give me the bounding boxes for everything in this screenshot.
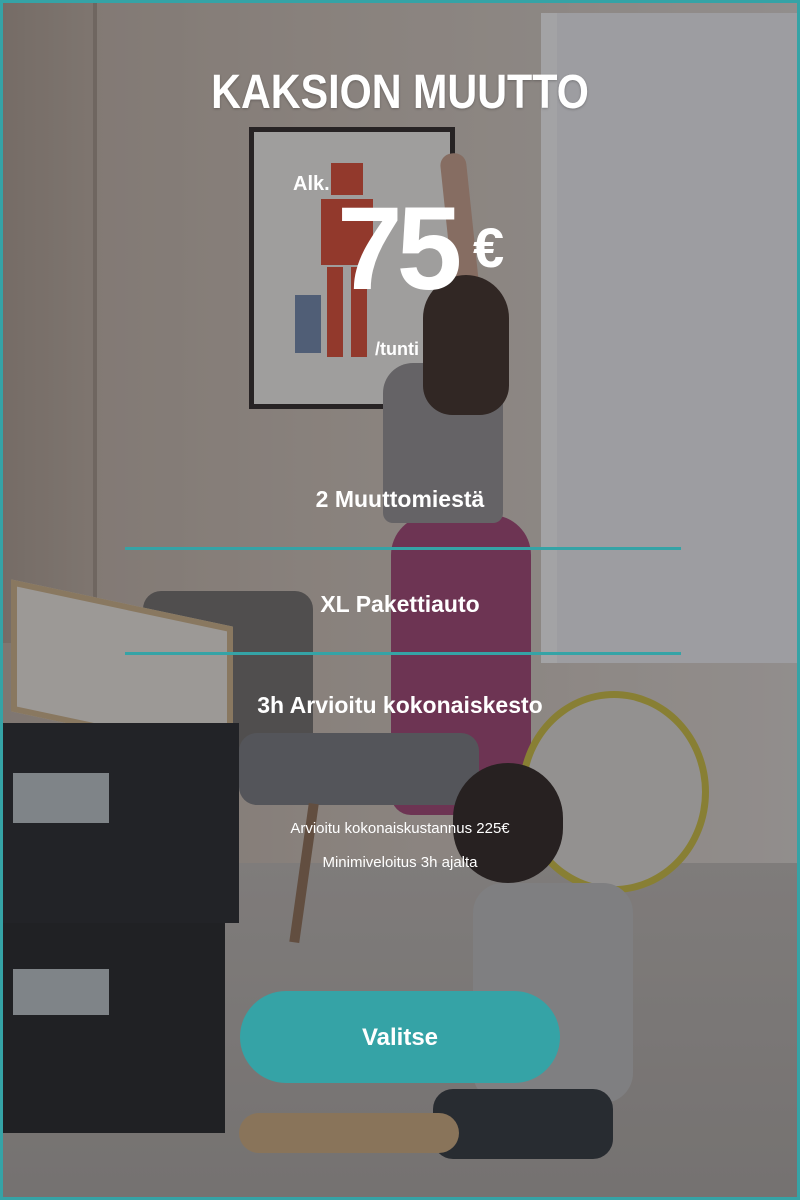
feature-movers: 2 Muuttomiestä bbox=[315, 486, 485, 512]
feature-van: XL Pakettiauto bbox=[320, 591, 480, 617]
card-title: KAKSION MUUTTO bbox=[211, 66, 589, 119]
price-amount: 75 bbox=[337, 183, 462, 315]
estimated-total-note: Arvioitu kokonaiskustannus 225€ bbox=[290, 820, 510, 837]
price-currency: € bbox=[473, 216, 505, 279]
feature-divider bbox=[125, 547, 681, 550]
pricing-card: KAKSION MUUTTO Alk. 75 € /tunti 2 Muutto… bbox=[0, 0, 800, 1200]
feature-duration: 3h Arvioitu kokonaiskesto bbox=[257, 692, 543, 718]
price-prefix: Alk. bbox=[293, 173, 330, 195]
minimum-charge-note: Minimiveloitus 3h ajalta bbox=[322, 854, 478, 871]
select-button[interactable]: Valitse bbox=[240, 991, 560, 1083]
price-unit: /tunti bbox=[375, 339, 419, 359]
feature-divider bbox=[125, 652, 681, 655]
card-content: KAKSION MUUTTO Alk. 75 € /tunti 2 Muutto… bbox=[3, 3, 797, 1197]
